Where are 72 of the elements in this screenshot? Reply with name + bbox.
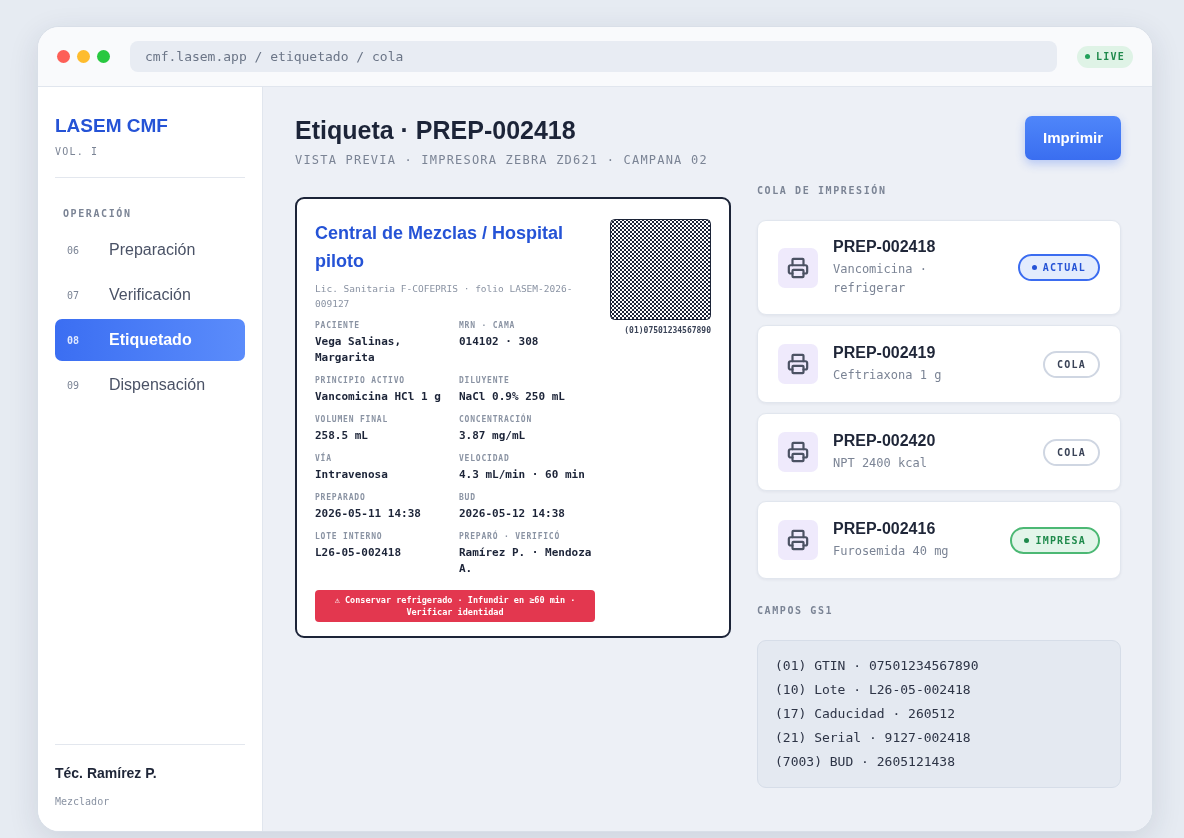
maximize-window-icon[interactable] [97,50,110,63]
user-role: Mezclador [55,795,111,809]
field-value: 014102 · 308 [459,334,540,350]
nav-item[interactable]: 07 Verificación [55,274,245,316]
queue-description: Ceftriaxona 1 g [833,367,943,384]
queue-id: PREP-002419 [833,343,937,363]
field-label: BUD [459,493,477,503]
field-label: VELOCIDAD [459,454,511,464]
queue-description: Vancomicina · refrigerar [833,261,928,297]
section-heading: CAMPOS GS1 [757,604,835,618]
field-label: PACIENTE [315,321,361,331]
print-button[interactable]: Imprimir [1025,116,1121,160]
nav-item[interactable]: 06 Preparación [55,229,245,271]
field-label: PREPARADO [315,493,367,503]
field-label: CONCENTRACIÓN [459,415,533,425]
printer-icon [778,432,818,472]
status-badge: COLA [1043,350,1100,378]
gs1-line: (10) Lote · L26-05-002418 [775,681,972,699]
status-badge: ACTUAL [1017,254,1100,281]
field-value: 2026-05-12 14:38 [459,506,566,522]
field-label: LOTE INTERNO [315,532,384,542]
gs1-line: (7003) BUD · 2605121438 [775,753,956,771]
warning-banner: ⚠ Conservar refrigerado · Infundir en ≥60 min · Verificar identidad [315,590,595,622]
queue-id: PREP-002420 [833,431,937,451]
label-title: Central de Mezclas / Hospital piloto [315,222,565,273]
status-badge: COLA [1043,438,1100,466]
field-value: 3.87 mg/mL [459,428,527,444]
field-value: Vega Salinas, Margarita [315,334,403,366]
queue-id: PREP-002418 [833,237,937,257]
brand-subtitle: VOL. I [55,145,100,159]
field-value: 4.3 mL/min · 60 min [459,467,586,483]
field-label: VÍA [315,454,333,464]
field-value: NaCl 0.9% 250 mL [459,389,566,405]
field-value: 2026-05-11 14:38 [315,506,422,522]
live-badge: LIVE [1077,45,1133,68]
close-window-icon[interactable] [57,50,70,63]
printer-icon [778,520,818,560]
section-heading: OPERACIÓN [62,206,133,221]
printer-icon [778,344,818,384]
field-value: L26-05-002418 [315,545,403,561]
queue-card[interactable]: PREP-002419 Ceftriaxona 1 g COLA [757,325,1121,403]
field-label: DILUYENTE [459,376,511,386]
page-title: Etiqueta · PREP-002418 [295,115,577,145]
field-label: PREPARÓ · VERIFICÓ [459,532,562,542]
address-bar[interactable]: cmf.lasem.app / etiquetado / cola [130,41,1058,72]
queue-card[interactable]: PREP-002418 Vancomicina · refrigerar ACTUAL [757,220,1121,315]
status-badge: IMPRESA [1010,526,1100,554]
queue-description: Furosemida 40 mg [833,543,950,560]
gs1-line: (17) Caducidad · 260512 [775,705,956,723]
license-text: Lic. Sanitaria F-COFEPRIS · folio LASEM-2026-009127 [315,282,574,311]
field-label: PRINCIPIO ACTIVO [315,376,406,386]
queue-card[interactable]: PREP-002416 Furosemida 40 mg IMPRESA [757,501,1121,579]
gs1-line: (01) GTIN · 07501234567890 [775,657,980,675]
field-label: MRN · CAMA [459,321,517,331]
field-value: Ramírez P. · Mendoza A. [459,545,593,577]
queue-description: NPT 2400 kcal [833,455,928,472]
printer-icon [778,247,818,288]
minimize-window-icon[interactable] [77,50,90,63]
page-subtitle: VISTA PREVIA · IMPRESORA ZEBRA ZD621 · CAMPANA 02 [295,152,708,169]
queue-id: PREP-002416 [833,519,937,539]
field-value: Vancomicina HCl 1 g [315,389,442,405]
nav-item[interactable]: 09 Dispensación [55,364,245,406]
barcode-text: (01)07501234567890 [624,325,711,337]
field-value: 258.5 mL [315,428,369,444]
field-value: Intravenosa [315,467,389,483]
user-name: Téc. Ramírez P. [55,764,158,783]
queue-card[interactable]: PREP-002420 NPT 2400 kcal COLA [757,413,1121,491]
field-label: VOLUMEN FINAL [315,415,389,425]
gs1-line: (21) Serial · 9127-002418 [775,729,972,747]
brand-name: LASEM CMF [55,114,169,138]
nav-item[interactable]: 08 Etiquetado [55,319,245,361]
section-heading: COLA DE IMPRESIÓN [757,183,888,198]
